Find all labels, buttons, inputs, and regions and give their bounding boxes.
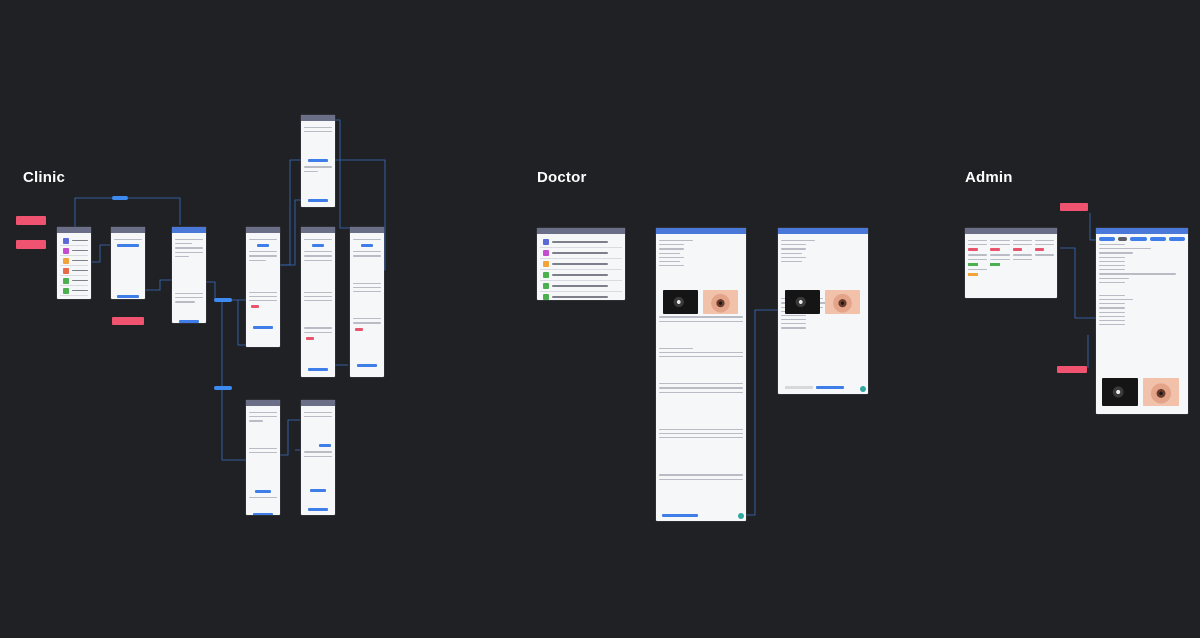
admin-tab[interactable] xyxy=(1118,237,1128,241)
flow-pill-2 xyxy=(214,298,232,302)
clinic-button[interactable] xyxy=(309,488,327,492)
admin-note-2 xyxy=(1057,366,1087,373)
doctor-list-row[interactable] xyxy=(540,281,622,292)
admin-status xyxy=(968,262,978,266)
admin-status xyxy=(968,272,978,276)
clinic-screen-7[interactable] xyxy=(301,227,335,377)
clinic-screen-9[interactable] xyxy=(350,227,384,377)
admin-note-1 xyxy=(1060,203,1088,211)
doctor-detail-screen[interactable] xyxy=(656,228,746,521)
admin-status xyxy=(990,262,1000,266)
clinic-row-icon xyxy=(63,237,69,244)
clinic-red-chip xyxy=(306,336,315,340)
clinic-row-icon xyxy=(63,257,69,264)
admin-tab[interactable] xyxy=(1168,237,1186,241)
clinic-button[interactable] xyxy=(308,367,328,371)
clinic-screen-4[interactable] xyxy=(246,227,280,347)
doctor-list-row[interactable] xyxy=(540,248,622,259)
clinic-list-row[interactable] xyxy=(60,276,88,286)
section-title-clinic: Clinic xyxy=(23,169,66,186)
doctor-secondary-button[interactable] xyxy=(785,386,813,389)
clinic-list-row[interactable] xyxy=(60,256,88,266)
doctor-row-icon xyxy=(543,239,549,245)
admin-dashboard-screen[interactable] xyxy=(965,228,1057,298)
doctor-row-icon xyxy=(543,250,549,256)
doctor-submit-button[interactable] xyxy=(662,514,698,517)
clinic-red-chip xyxy=(251,305,260,309)
flow-pill-1 xyxy=(112,196,128,200)
doctor-list-row[interactable] xyxy=(540,292,622,300)
doctor-list-row[interactable] xyxy=(540,259,622,270)
doctor-list-row[interactable] xyxy=(540,237,622,248)
eye-photo-left xyxy=(663,290,698,314)
admin-status xyxy=(1012,248,1023,252)
clinic-button[interactable] xyxy=(116,295,140,299)
section-title-doctor: Doctor xyxy=(537,169,587,186)
clinic-screen-2[interactable] xyxy=(111,227,145,299)
clinic-button[interactable] xyxy=(308,159,328,163)
clinic-row-icon xyxy=(63,277,69,284)
clinic-button[interactable] xyxy=(254,489,272,493)
clinic-note-2 xyxy=(16,240,46,249)
clinic-screen-3[interactable] xyxy=(172,227,206,323)
eye-photo-right xyxy=(703,290,738,314)
clinic-note-1 xyxy=(16,216,46,225)
clinic-list-row[interactable] xyxy=(60,266,88,276)
admin-status xyxy=(1034,248,1045,252)
section-title-admin: Admin xyxy=(965,169,1013,186)
clinic-button[interactable] xyxy=(253,513,273,515)
doctor-fab-button[interactable] xyxy=(738,513,744,519)
clinic-button[interactable] xyxy=(319,444,331,448)
clinic-row-icon xyxy=(63,247,69,254)
doctor-primary-button[interactable] xyxy=(816,386,844,389)
doctor-review-screen[interactable] xyxy=(778,228,868,394)
admin-detail-screen[interactable] xyxy=(1096,228,1188,414)
clinic-note-3 xyxy=(112,317,144,325)
doctor-row-icon xyxy=(543,272,549,278)
clinic-screen-6[interactable] xyxy=(301,115,335,207)
clinic-button[interactable] xyxy=(308,507,328,511)
doctor-list-row[interactable] xyxy=(540,270,622,281)
eye-photo-left xyxy=(785,290,820,314)
doctor-row-icon xyxy=(543,294,549,300)
clinic-chip xyxy=(312,244,324,248)
clinic-chip xyxy=(257,244,269,248)
eye-photo-right xyxy=(825,290,860,314)
clinic-list-row[interactable] xyxy=(60,246,88,256)
admin-status xyxy=(990,248,1000,252)
clinic-list-row[interactable] xyxy=(60,236,88,246)
clinic-button[interactable] xyxy=(179,319,199,323)
clinic-button[interactable] xyxy=(357,363,377,367)
clinic-screen-5[interactable] xyxy=(246,400,280,515)
clinic-row-icon xyxy=(63,287,69,294)
doctor-list-screen[interactable] xyxy=(537,228,625,300)
clinic-button[interactable] xyxy=(253,326,273,330)
clinic-list-screen[interactable] xyxy=(57,227,91,299)
admin-tab[interactable] xyxy=(1130,237,1147,241)
doctor-row-icon xyxy=(543,261,549,267)
clinic-button[interactable] xyxy=(116,244,140,248)
eye-photo-left xyxy=(1102,378,1138,406)
clinic-row-icon xyxy=(63,267,69,274)
admin-status xyxy=(968,248,978,252)
clinic-button[interactable] xyxy=(308,198,328,202)
eye-photo-right xyxy=(1143,378,1179,406)
clinic-red-chip xyxy=(355,327,364,331)
admin-tab[interactable] xyxy=(1099,237,1116,241)
doctor-row-icon xyxy=(543,283,549,289)
doctor-fab-button[interactable] xyxy=(860,386,866,392)
admin-tab[interactable] xyxy=(1149,237,1166,241)
clinic-screen-8[interactable] xyxy=(301,400,335,515)
flow-pill-3 xyxy=(214,386,232,390)
clinic-list-row[interactable] xyxy=(60,286,88,296)
clinic-chip xyxy=(361,244,373,248)
